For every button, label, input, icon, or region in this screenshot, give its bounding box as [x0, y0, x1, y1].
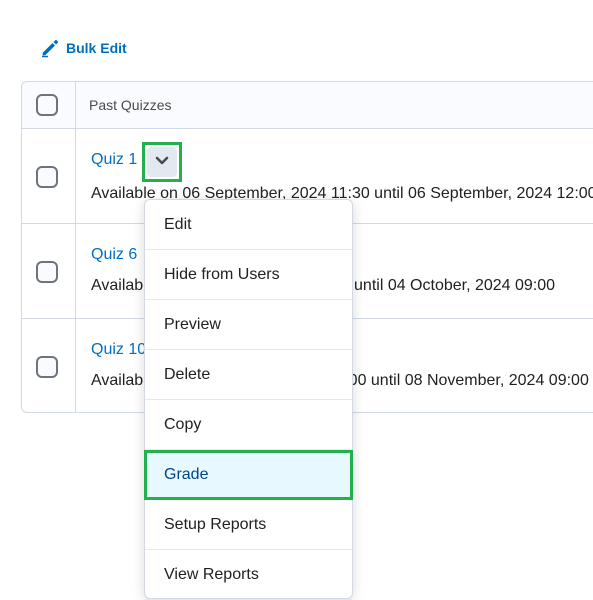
row-checkbox[interactable] [36, 261, 58, 283]
column-header-past-quizzes: Past Quizzes [89, 97, 172, 113]
menu-item-preview[interactable]: Preview [145, 300, 352, 350]
bulk-edit-button[interactable]: Bulk Edit [40, 38, 127, 58]
quiz-link[interactable]: Quiz 6 [91, 246, 137, 264]
quiz-context-menu: Edit Hide from Users Preview Delete Copy… [144, 199, 353, 600]
menu-item-grade[interactable]: Grade [144, 450, 353, 500]
pencil-icon [40, 38, 60, 58]
table-header-row: Past Quizzes [22, 82, 593, 129]
menu-item-view-reports[interactable]: View Reports [145, 550, 352, 600]
select-all-checkbox[interactable] [36, 94, 58, 116]
quiz-link[interactable]: Quiz 10 [91, 341, 146, 359]
chevron-down-icon [155, 153, 169, 171]
menu-item-edit[interactable]: Edit [145, 200, 352, 250]
menu-item-hide-from-users[interactable]: Hide from Users [145, 250, 352, 300]
menu-item-delete[interactable]: Delete [145, 350, 352, 400]
row-checkbox[interactable] [36, 166, 58, 188]
quiz-link[interactable]: Quiz 1 [91, 151, 137, 169]
menu-item-setup-reports[interactable]: Setup Reports [145, 500, 352, 550]
column-divider [75, 82, 76, 412]
bulk-edit-label: Bulk Edit [66, 40, 127, 56]
menu-item-copy[interactable]: Copy [145, 400, 352, 450]
row-checkbox[interactable] [36, 356, 58, 378]
quiz-actions-dropdown-button[interactable] [142, 142, 182, 182]
